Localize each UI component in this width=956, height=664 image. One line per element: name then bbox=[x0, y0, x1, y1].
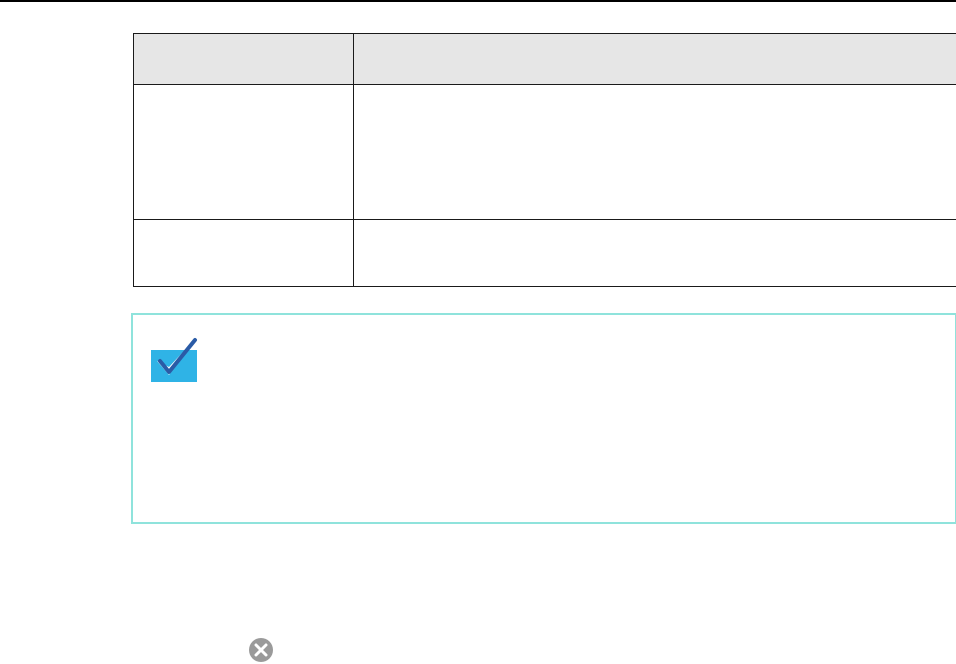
table-header-cell bbox=[133, 33, 354, 85]
table-cell bbox=[353, 219, 956, 287]
table-header-cell bbox=[353, 33, 956, 85]
table-cell bbox=[133, 84, 354, 220]
spec-table bbox=[133, 33, 956, 287]
close-icon[interactable] bbox=[247, 636, 275, 664]
table-header-row bbox=[133, 33, 956, 85]
document-page bbox=[0, 0, 956, 664]
table-row bbox=[133, 84, 956, 220]
table-cell bbox=[133, 219, 354, 287]
header-rule bbox=[0, 0, 956, 2]
table-row bbox=[133, 219, 956, 287]
hint-box bbox=[131, 313, 956, 524]
checkmark-icon bbox=[151, 334, 201, 384]
table-cell bbox=[353, 84, 956, 220]
